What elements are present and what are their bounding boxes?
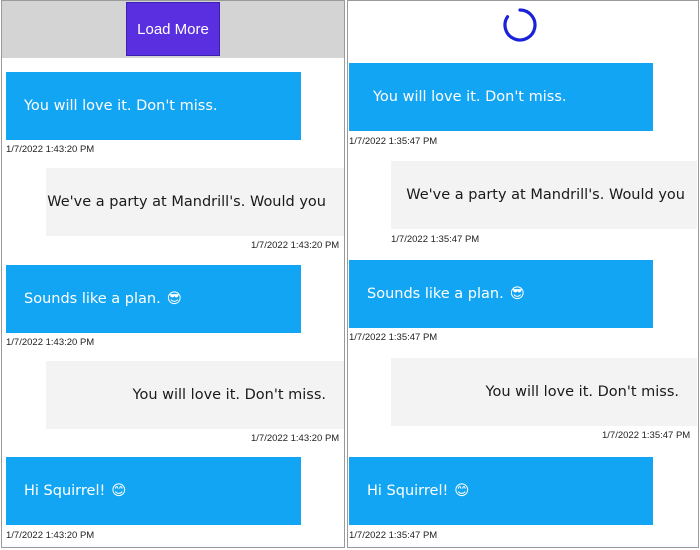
loading-spinner-icon [503,8,537,42]
sunglasses-emoji-icon: 😎 [509,286,525,302]
message-bubble-outgoing[interactable]: You will love it. Don't miss. [46,361,344,429]
message-bubble-incoming[interactable]: Hi Squirrel! 😊 [6,457,301,525]
load-more-button[interactable]: Load More [126,2,220,56]
message-timestamp: 1/7/2022 1:35:47 PM [602,430,691,441]
chat-panel-right: You will love it. Don't miss. 1/7/2022 1… [347,0,699,548]
message-text: Sounds like a plan. [367,286,504,302]
sunglasses-emoji-icon: 😎 [166,291,182,307]
message-timestamp: 1/7/2022 1:35:47 PM [349,530,438,541]
load-more-bar: Load More [2,1,344,58]
message-timestamp: 1/7/2022 1:43:20 PM [6,144,95,155]
message-timestamp: 1/7/2022 1:35:47 PM [391,234,480,245]
message-bubble-incoming[interactable]: Sounds like a plan. 😎 [6,265,301,333]
message-timestamp: 1/7/2022 1:43:20 PM [251,433,340,444]
message-bubble-incoming[interactable]: You will love it. Don't miss. [349,63,653,131]
message-bubble-incoming[interactable]: Hi Squirrel! 😊 [349,457,653,525]
smile-emoji-icon: 😊 [454,483,470,499]
message-text: You will love it. Don't miss. [373,89,567,105]
message-text: Hi Squirrel! [24,483,106,499]
message-text: Sounds like a plan. [24,291,161,307]
chat-panel-left: Load More You will love it. Don't miss. … [1,0,345,548]
message-text: We've a party at Mandrill's. Would you [406,187,685,203]
message-timestamp: 1/7/2022 1:43:20 PM [6,337,95,348]
message-timestamp: 1/7/2022 1:43:20 PM [251,240,340,251]
message-bubble-outgoing[interactable]: We've a party at Mandrill's. Would you [46,168,344,236]
message-text: You will love it. Don't miss. [24,98,218,114]
message-bubble-outgoing[interactable]: You will love it. Don't miss. [391,358,697,426]
message-bubble-incoming[interactable]: You will love it. Don't miss. [6,72,301,140]
smile-emoji-icon: 😊 [111,483,127,499]
message-timestamp: 1/7/2022 1:35:47 PM [349,332,438,343]
message-text: You will love it. Don't miss. [485,384,679,400]
message-text: Hi Squirrel! [367,483,449,499]
message-text: You will love it. Don't miss. [132,387,326,403]
message-text: We've a party at Mandrill's. Would you [47,194,326,210]
message-timestamp: 1/7/2022 1:43:20 PM [6,530,95,541]
message-bubble-incoming[interactable]: Sounds like a plan. 😎 [349,260,653,328]
message-timestamp: 1/7/2022 1:35:47 PM [349,136,438,147]
message-bubble-outgoing[interactable]: We've a party at Mandrill's. Would you [391,161,697,229]
